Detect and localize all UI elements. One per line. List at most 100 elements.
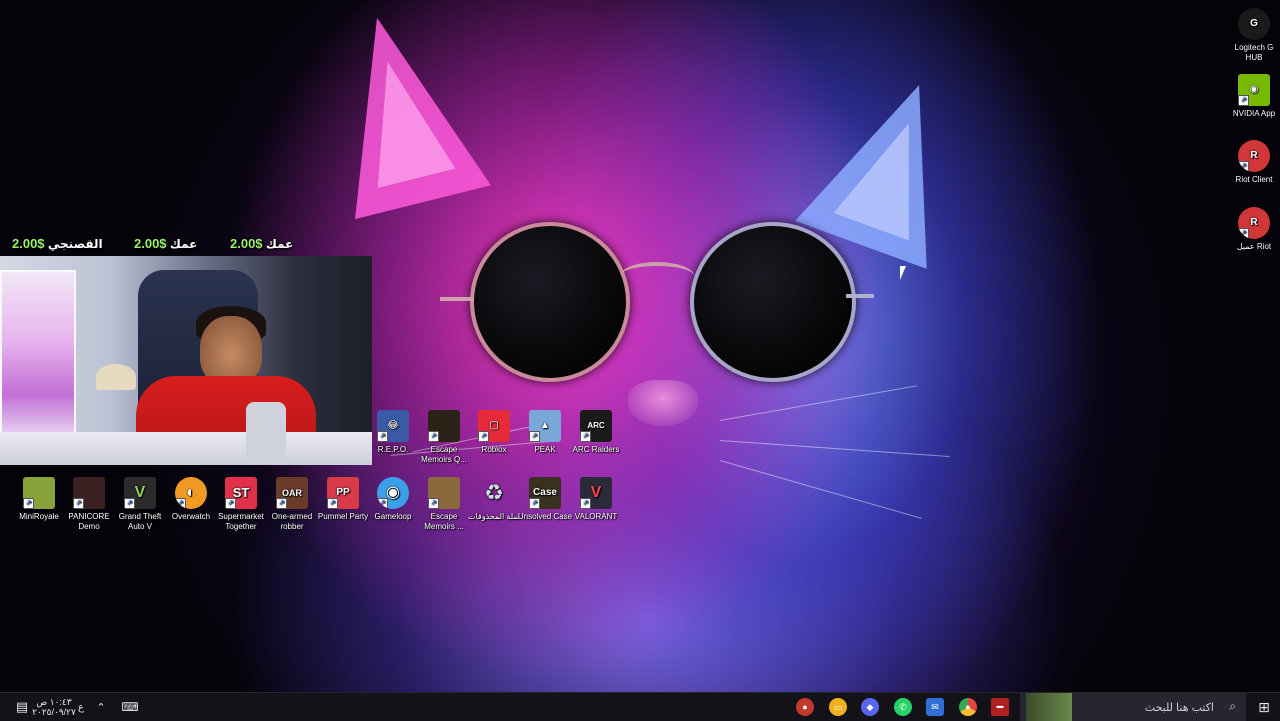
desktop-icon-label: ARC Raiders: [572, 445, 620, 454]
whisker: [719, 385, 918, 421]
sunglasses-bridge: [620, 262, 694, 290]
gameloop-icon: ◉ ↗: [377, 477, 409, 509]
discord-icon: ◆: [861, 698, 879, 716]
taskbar-app-whatsapp[interactable]: ✆: [892, 693, 914, 721]
donor-name: عمك: [265, 237, 294, 251]
desktop-icon-label: NVIDIA App: [1232, 109, 1276, 118]
desktop-icon-label: Gameloop: [374, 512, 412, 521]
desktop-icon-label: Grand Theft Auto V: [118, 512, 162, 531]
keyboard-icon[interactable]: ⌨: [120, 693, 140, 721]
show-hidden-icons-chevron-up-icon[interactable]: ⌃: [92, 693, 110, 721]
desktop-icon-logitech-g-hub[interactable]: G Logitech G HUB: [1226, 8, 1280, 63]
riot-icon: R ↗: [1238, 140, 1270, 172]
taskbar-app-2[interactable]: ▭: [827, 693, 849, 721]
sunglasses-lens-left: [470, 222, 630, 382]
unsolved-case-icon: Case ↗: [529, 477, 561, 509]
start-button[interactable]: ⊞: [1252, 693, 1276, 721]
desktop-icon-label: Logitech G HUB: [1234, 43, 1274, 62]
taskbar-app-5[interactable]: ✉: [924, 693, 946, 721]
input-language[interactable]: ع: [74, 693, 88, 721]
clock-time: ١٠:٤٣ ص: [36, 697, 72, 707]
pummel-party-icon: PP ↗: [327, 477, 359, 509]
desktop-icon-label: Riot Client: [1235, 175, 1273, 184]
desktop-icon-gta-v[interactable]: V ↗ Grand Theft Auto V: [112, 477, 168, 532]
overwatch-icon: ◐ ↗: [175, 477, 207, 509]
desktop-icon-recycle-bin[interactable]: ♻ سلة المحذوفات: [466, 477, 522, 522]
search-icon: ⌕: [1229, 699, 1236, 713]
taskbar-search-box[interactable]: اكتب هنا للبحث ⌕: [1020, 693, 1246, 721]
desktop-icon-roblox[interactable]: ▢ ↗ Roblox: [466, 410, 522, 455]
desktop-icon-label: Roblox: [481, 445, 507, 454]
donation-amount: 2.00$: [230, 236, 263, 251]
app-icon: ▭: [829, 698, 847, 716]
desktop-icon-escape-memoirs[interactable]: ↗ Escape Memoirs ...: [416, 477, 472, 532]
recycle-bin-icon: ♻: [484, 480, 504, 505]
desktop-icon-label: MiniRoyale: [19, 512, 59, 521]
desktop-icon-panicore-demo[interactable]: ↗ PANICORE Demo: [61, 477, 117, 532]
app-icon: ▬: [991, 698, 1009, 716]
desktop-icon-nvidia-app[interactable]: ◉ ↗ NVIDIA App: [1226, 74, 1280, 119]
desktop-icon-label: Escape Memoirs ...: [424, 512, 464, 531]
sunglasses-arm-left: [440, 297, 474, 301]
logitech-g-icon: G: [1238, 8, 1270, 40]
desktop: 2.00$ القصنجي 2.00$ عمك 2.00$ عمك G Logi…: [0, 0, 1280, 692]
peak-icon: ▲ ↗: [529, 410, 561, 442]
overlay-donation-1: 2.00$ القصنجي: [12, 236, 103, 251]
desktop-icon-miniroyale[interactable]: ↗ MiniRoyale: [11, 477, 67, 522]
cat-nose: [628, 380, 698, 426]
desktop-icon-supermarket-together[interactable]: ST ↗ Supermarket Together: [213, 477, 269, 532]
desktop-icon-overwatch[interactable]: ◐ ↗ Overwatch: [163, 477, 219, 522]
one-armed-robber-icon: OAR ↗: [276, 477, 308, 509]
notifications-icon[interactable]: ▤: [10, 693, 34, 721]
desktop-icon-peak[interactable]: ▲ ↗ PEAK: [517, 410, 573, 455]
whatsapp-icon: ✆: [894, 698, 912, 716]
escape-memoirs-icon: ↗: [428, 410, 460, 442]
desktop-icon-label: PEAK: [534, 445, 556, 454]
desktop-icon-repo[interactable]: 😂 ↗ R.E.P.O.: [365, 410, 421, 455]
riot-icon: R ↗: [1238, 207, 1270, 239]
gta-v-icon: V ↗: [124, 477, 156, 509]
taskbar-app-3[interactable]: ◆: [859, 693, 881, 721]
desktop-icon-label: Pummel Party: [317, 512, 369, 521]
desktop-icon-unsolved-case[interactable]: Case ↗ Unsolved Case: [517, 477, 573, 522]
donation-amount: 2.00$: [12, 236, 45, 251]
webcam-desk: [0, 432, 372, 465]
desktop-icon-label: VALORANT: [574, 512, 618, 521]
nvidia-icon: ◉ ↗: [1238, 74, 1270, 106]
miniroyale-icon: ↗: [23, 477, 55, 509]
taskbar-app-7[interactable]: ▬: [989, 693, 1011, 721]
desktop-icon-valorant[interactable]: V ↗ VALORANT: [568, 477, 624, 522]
desktop-icon-label: Escape Memoirs Q...: [421, 445, 467, 464]
app-icon: ●: [796, 698, 814, 716]
desktop-icon-label: Supermarket Together: [218, 512, 264, 531]
desktop-icon-gameloop[interactable]: ◉ ↗ Gameloop: [365, 477, 421, 522]
desktop-icon-label: R.E.P.O.: [377, 445, 409, 454]
taskbar-app-chrome[interactable]: ●: [957, 693, 979, 721]
desktop-icon-escape-memoirs-q[interactable]: ↗ Escape Memoirs Q...: [416, 410, 472, 465]
taskbar: ▤ ١٠:٤٣ ص ٢٠٢٥/٠٩/٢٧ ع ⌃ ⌨ ● ▭ ◆ ✆ ✉ ● ▬…: [0, 692, 1280, 721]
webcam-microphone: [246, 402, 286, 462]
arc-raiders-icon: ARC ↗: [580, 410, 612, 442]
search-highlight-image: [1026, 693, 1072, 721]
roblox-icon: ▢ ↗: [478, 410, 510, 442]
desktop-icon-label: Overwatch: [171, 512, 211, 521]
donor-name: القصنجي: [47, 237, 103, 251]
whisker: [719, 440, 950, 458]
desktop-icon-riot-client[interactable]: R ↗ Riot Client: [1226, 140, 1280, 185]
webcam-pc-case: [0, 270, 76, 449]
search-placeholder: اكتب هنا للبحث: [1144, 702, 1214, 714]
desktop-icon-riot-client-ar[interactable]: R ↗ عميل Riot: [1226, 207, 1280, 252]
taskbar-app-1[interactable]: ●: [794, 693, 816, 721]
clock-date: ٢٠٢٥/٠٩/٢٧: [32, 707, 76, 717]
panicore-icon: ↗: [73, 477, 105, 509]
taskbar-clock[interactable]: ١٠:٤٣ ص ٢٠٢٥/٠٩/٢٧: [32, 693, 76, 721]
sunglasses-lens-right: [690, 222, 856, 382]
desktop-icon-pummel-party[interactable]: PP ↗ Pummel Party: [315, 477, 371, 522]
desktop-icon-arc-raiders[interactable]: ARC ↗ ARC Raiders: [568, 410, 624, 455]
sunglasses-arm-right: [846, 294, 874, 298]
desktop-icon-one-armed-robber[interactable]: OAR ↗ One-armed robber: [264, 477, 320, 532]
whisker: [719, 460, 923, 519]
windows-icon: ⊞: [1258, 698, 1270, 715]
desktop-icon-label: Unsolved Case: [517, 512, 573, 521]
supermarket-together-icon: ST ↗: [225, 477, 257, 509]
